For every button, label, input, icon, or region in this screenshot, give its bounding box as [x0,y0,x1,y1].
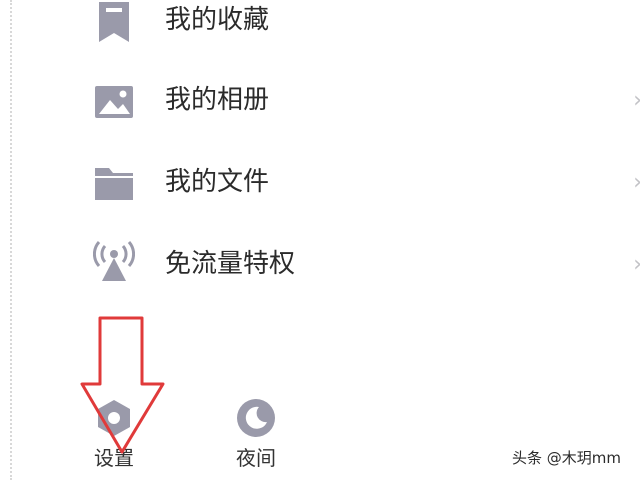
red-arrow-annotation [80,316,165,454]
chevron-right-icon: › [633,250,640,280]
menu-item-label: 免流量特权 [165,249,296,279]
chevron-right-icon: › [633,168,640,198]
chevron-right-icon: › [633,86,640,116]
menu-item-favorites[interactable]: 我的收藏 [0,0,640,62]
image-icon [95,86,133,118]
bookmark-icon [99,2,129,42]
night-mode-button[interactable]: 夜间 [221,398,291,478]
night-mode-label: 夜间 [236,446,276,470]
menu-item-album[interactable]: 我的相册 › [0,66,640,136]
watermark-text: 头条 @木玥mm [512,449,621,467]
menu-item-files[interactable]: 我的文件 › [0,148,640,218]
moon-icon [237,399,275,437]
signal-tower-icon [93,241,135,281]
menu-item-label: 我的相册 [165,85,270,115]
folder-icon [95,168,133,200]
menu-item-label: 我的收藏 [165,5,270,35]
menu-item-label: 我的文件 [165,167,270,197]
menu-item-free-data[interactable]: 免流量特权 › [0,230,640,300]
